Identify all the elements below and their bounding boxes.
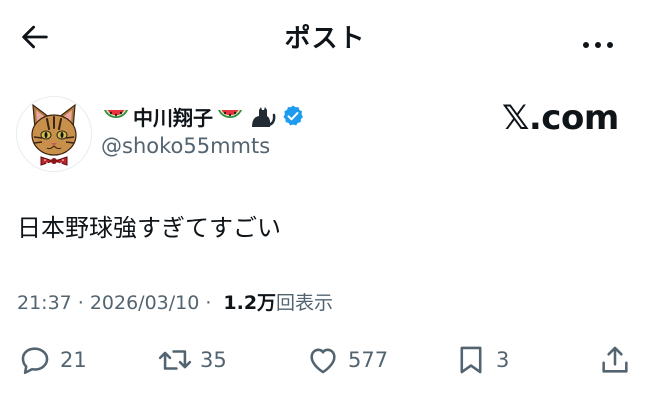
reply-button[interactable]: 21 — [18, 340, 87, 380]
reply-icon — [21, 347, 49, 375]
author-handle[interactable]: @shoko55mmts — [101, 134, 270, 158]
more-button[interactable] — [583, 33, 623, 48]
separator: · — [205, 292, 212, 314]
watermelon-icon — [215, 101, 245, 131]
heart-icon — [310, 348, 336, 374]
repost-count: 35 — [200, 348, 227, 372]
avatar[interactable] — [16, 96, 92, 172]
post-text: 日本野球強すぎてすごい — [17, 214, 281, 242]
post-time[interactable]: 21:37 — [17, 292, 72, 314]
author-name-row[interactable]: 中川翔子 — [101, 98, 305, 134]
cat-avatar-icon — [17, 97, 91, 171]
repost-icon — [158, 350, 192, 370]
repost-button[interactable]: 35 — [158, 340, 227, 380]
bookmark-count: 3 — [496, 348, 510, 372]
black-cat-icon — [247, 101, 277, 131]
more-horizontal-icon — [583, 42, 589, 48]
views-count[interactable]: 1.2万 — [223, 288, 276, 315]
bookmark-icon — [460, 346, 482, 374]
action-bar: 21 35 577 3 — [0, 340, 650, 380]
views-label: 回表示 — [276, 292, 334, 314]
page-title: ポスト — [284, 24, 366, 54]
top-bar: ポスト — [0, 0, 650, 72]
like-count: 577 — [348, 348, 389, 372]
share-icon — [602, 346, 628, 373]
reply-count: 21 — [60, 348, 87, 372]
verified-badge-icon — [281, 104, 305, 128]
like-button[interactable]: 577 — [306, 340, 388, 380]
post-meta: 21:37 · 2026/03/10 · 1.2万 回表示 — [17, 288, 333, 315]
watermelon-icon — [101, 101, 131, 131]
separator: · — [77, 292, 84, 314]
post-date[interactable]: 2026/03/10 — [90, 292, 200, 314]
x-com-logo: 𝕏.com — [502, 98, 619, 138]
bookmark-button[interactable]: 3 — [454, 340, 509, 380]
display-name: 中川翔子 — [133, 105, 213, 130]
share-button[interactable] — [598, 340, 632, 380]
